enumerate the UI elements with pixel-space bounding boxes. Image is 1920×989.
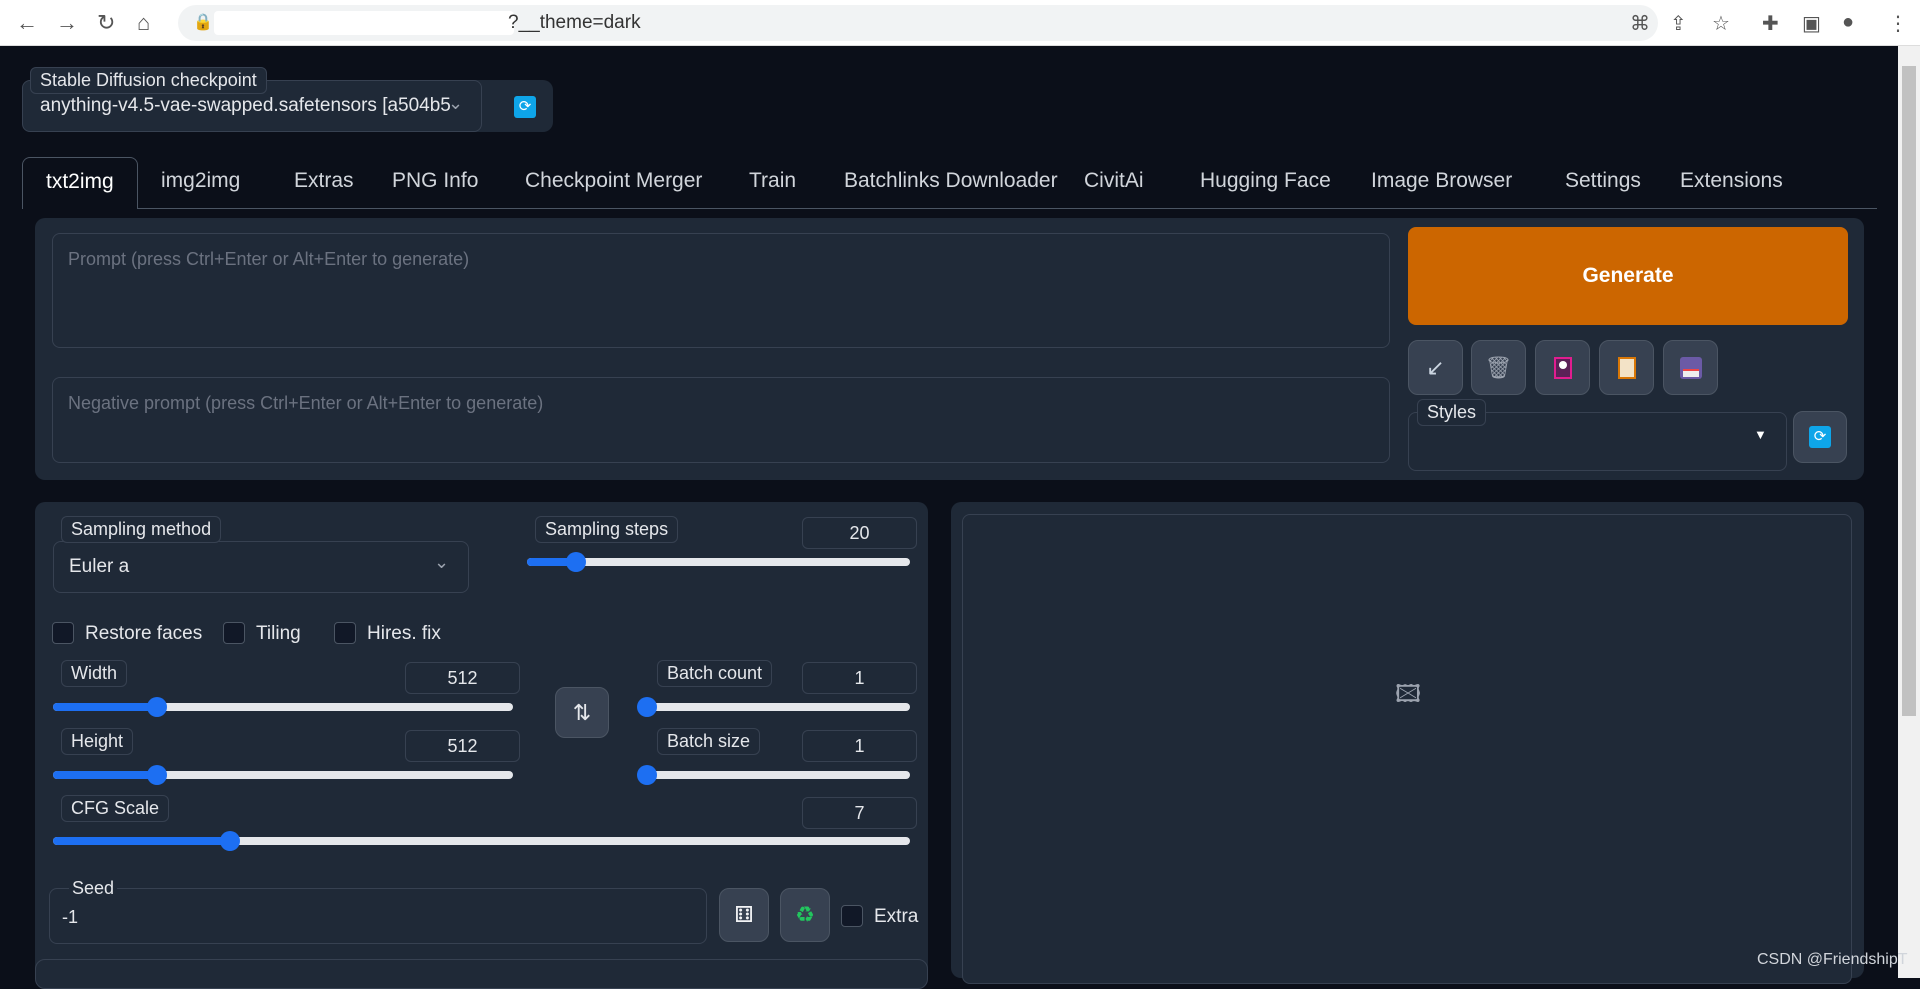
sampling-method-select[interactable]: Euler a ⌄ <box>53 541 469 593</box>
batch-size-input[interactable]: 1 <box>802 730 917 762</box>
recycle-icon: ♻ <box>795 902 815 927</box>
slider-fill <box>53 771 157 779</box>
slider-thumb[interactable] <box>146 765 167 785</box>
profile-icon[interactable]: ● <box>1842 11 1854 34</box>
sampling-method-label: Sampling method <box>61 516 222 543</box>
extra-seed-label: Extra <box>874 906 919 927</box>
swap-dimensions-button[interactable]: ⇅ <box>555 687 609 738</box>
scrollbar-thumb[interactable] <box>1902 66 1916 716</box>
clipboard-icon <box>1617 356 1636 379</box>
swap-arrows-icon: ⇅ <box>572 699 592 725</box>
url-text: ?__theme=dark <box>508 12 641 33</box>
floppy-disk-icon <box>1679 356 1702 379</box>
tiling-checkbox[interactable] <box>223 622 245 644</box>
sampling-steps-label: Sampling steps <box>535 516 679 543</box>
tab-civitai[interactable]: CivitAi <box>1061 157 1167 209</box>
read-params-button[interactable]: ↙ <box>1408 340 1463 395</box>
seed-label: Seed <box>69 878 118 899</box>
slider-fill <box>53 703 157 711</box>
save-style-button[interactable] <box>1663 340 1718 395</box>
seed-input[interactable]: -1 <box>49 888 707 944</box>
address-bar[interactable]: 🔒 ?__theme=dark <box>178 5 1658 41</box>
extensions-icon[interactable]: ✚ <box>1762 11 1779 36</box>
prompt-input[interactable] <box>52 233 1390 348</box>
trash-icon: 🗑 <box>1484 354 1513 380</box>
apply-style-button[interactable] <box>1599 340 1654 395</box>
tab-txt2img[interactable]: txt2img <box>22 157 138 209</box>
chevron-down-icon: ⌄ <box>448 93 464 113</box>
lock-icon: 🔒 <box>193 14 213 31</box>
width-label: Width <box>61 660 128 687</box>
tab-batchlinks-downloader[interactable]: Batchlinks Downloader <box>821 157 1081 209</box>
sidebar-icon[interactable]: ▣ <box>1802 11 1821 36</box>
refresh-styles-button[interactable]: ⟳ <box>1793 411 1847 463</box>
tab-checkpoint-merger[interactable]: Checkpoint Merger <box>502 157 725 209</box>
slider-track[interactable] <box>647 703 910 711</box>
seed-value: -1 <box>62 907 79 927</box>
watermark: CSDN @FriendshipT <box>1757 951 1908 968</box>
slider-thumb[interactable] <box>637 697 657 717</box>
slider-thumb[interactable] <box>146 697 167 717</box>
tab-train[interactable]: Train <box>726 157 819 209</box>
share-icon[interactable]: ⇪ <box>1670 11 1687 36</box>
chevron-down-icon: ⌄ <box>434 552 450 572</box>
tab-settings[interactable]: Settings <box>1542 157 1664 209</box>
batch-size-label: Batch size <box>657 728 761 755</box>
home-icon[interactable]: ⌂ <box>137 10 150 36</box>
forward-icon[interactable]: → <box>56 10 78 36</box>
height-input[interactable]: 512 <box>405 730 520 762</box>
back-icon[interactable]: ← <box>16 10 38 36</box>
slider-thumb[interactable] <box>565 552 586 572</box>
width-input[interactable]: 512 <box>405 662 520 694</box>
slider-track[interactable] <box>647 771 910 779</box>
sampling-method-value: Euler a <box>69 556 130 577</box>
menu-icon[interactable]: ⋮ <box>1888 11 1908 36</box>
slider-fill <box>53 837 231 845</box>
reload-icon[interactable]: ↻ <box>97 10 115 36</box>
tab-hugging-face[interactable]: Hugging Face <box>1177 157 1354 209</box>
negative-prompt-input[interactable] <box>52 377 1390 463</box>
cfg-scale-label: CFG Scale <box>61 795 170 822</box>
page-scrollbar[interactable] <box>1898 46 1920 978</box>
tab-img2img[interactable]: img2img <box>138 157 263 209</box>
extra-networks-button[interactable] <box>1535 340 1590 395</box>
batch-count-label: Batch count <box>657 660 773 687</box>
checkpoint-value: anything-v4.5-vae-swapped.safetensors [a… <box>40 95 451 116</box>
star-icon[interactable]: ☆ <box>1712 11 1730 36</box>
height-label: Height <box>61 728 134 755</box>
generate-button[interactable]: Generate <box>1408 227 1848 325</box>
tab-image-browser[interactable]: Image Browser <box>1348 157 1535 209</box>
image-placeholder-icon: 🖾 <box>1395 681 1422 708</box>
browser-toolbar: ← → ↻ ⌂ 🔒 ?__theme=dark ⌘ ⇪ ☆ ✚ ▣ ● ⋮ <box>0 0 1920 46</box>
random-seed-button[interactable]: ⚅ <box>719 888 769 942</box>
sampling-steps-input[interactable]: 20 <box>802 517 917 549</box>
tab-extras[interactable]: Extras <box>271 157 377 209</box>
refresh-icon: ⟳ <box>1809 426 1831 448</box>
slider-thumb[interactable] <box>637 765 657 785</box>
clear-prompt-button[interactable]: 🗑 <box>1471 340 1526 395</box>
styles-label: Styles <box>1417 399 1487 426</box>
hires-fix-label: Hires. fix <box>367 623 441 644</box>
image-card-icon <box>1553 356 1572 379</box>
arrow-down-left-icon: ↙ <box>1426 354 1445 380</box>
checkpoint-label: Stable Diffusion checkpoint <box>30 67 267 94</box>
next-section-panel <box>35 959 928 989</box>
translate-icon[interactable]: ⌘ <box>1630 11 1650 36</box>
restore-faces-checkbox[interactable] <box>52 622 74 644</box>
cfg-scale-input[interactable]: 7 <box>802 797 917 829</box>
restore-faces-label: Restore faces <box>85 623 203 644</box>
extra-seed-checkbox[interactable] <box>841 905 863 927</box>
redacted-url <box>214 11 514 35</box>
refresh-checkpoint-icon[interactable]: ⟳ <box>514 96 536 118</box>
tiling-label: Tiling <box>256 623 301 644</box>
tab-png-info[interactable]: PNG Info <box>369 157 501 209</box>
caret-down-icon: ▼ <box>1754 427 1767 442</box>
hires-fix-checkbox[interactable] <box>334 622 356 644</box>
output-gallery: 🖾 <box>962 514 1852 984</box>
dice-icon: ⚅ <box>734 902 754 927</box>
reuse-seed-button[interactable]: ♻ <box>780 888 830 942</box>
tab-extensions[interactable]: Extensions <box>1657 157 1806 209</box>
batch-count-input[interactable]: 1 <box>802 662 917 694</box>
